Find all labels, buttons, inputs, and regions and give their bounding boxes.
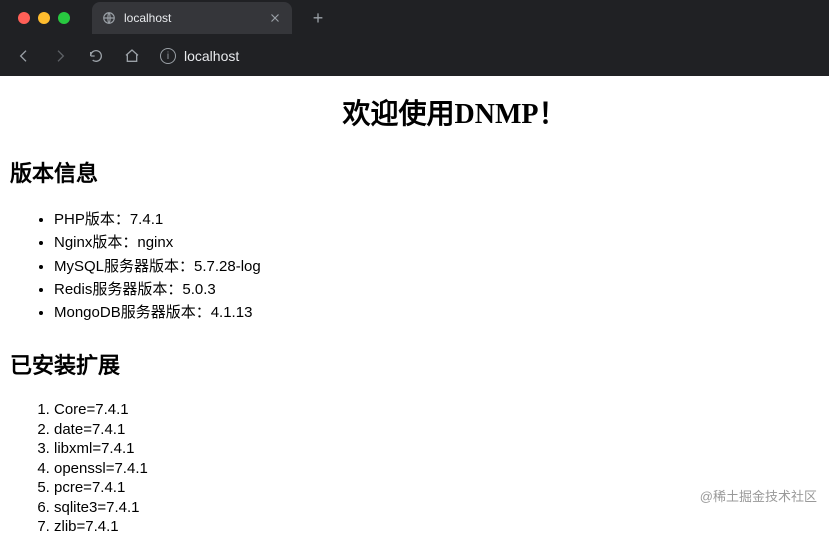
close-icon[interactable] (268, 11, 282, 25)
list-item: date=7.4.1 (54, 420, 819, 440)
list-item: Redis服务器版本：5.0.3 (54, 278, 819, 301)
reload-button[interactable] (82, 42, 110, 70)
forward-button[interactable] (46, 42, 74, 70)
globe-icon (102, 11, 116, 25)
list-item: zlib=7.4.1 (54, 517, 819, 537)
browser-tab[interactable]: localhost (92, 2, 292, 34)
window-controls (10, 12, 78, 24)
home-button[interactable] (118, 42, 146, 70)
list-item: MongoDB服务器版本：4.1.13 (54, 301, 819, 324)
page-title: 欢迎使用DNMP！ (10, 92, 819, 132)
window-close-button[interactable] (18, 12, 30, 24)
url-text: localhost (184, 48, 239, 64)
list-item: openssl=7.4.1 (54, 459, 819, 479)
extensions-list: Core=7.4.1 date=7.4.1 libxml=7.4.1 opens… (10, 400, 819, 537)
back-button[interactable] (10, 42, 38, 70)
list-item: libxml=7.4.1 (54, 439, 819, 459)
toolbar: i localhost (0, 36, 829, 76)
browser-chrome: localhost + i localhost (0, 0, 829, 76)
address-bar[interactable]: i localhost (154, 48, 245, 64)
extensions-heading: 已安装扩展 (10, 348, 819, 380)
versions-heading: 版本信息 (10, 156, 819, 188)
tab-title: localhost (124, 11, 260, 25)
page-content: 欢迎使用DNMP！ 版本信息 PHP版本：7.4.1 Nginx版本：nginx… (0, 76, 829, 547)
list-item: Nginx版本：nginx (54, 231, 819, 254)
list-item: PHP版本：7.4.1 (54, 208, 819, 231)
window-minimize-button[interactable] (38, 12, 50, 24)
window-maximize-button[interactable] (58, 12, 70, 24)
tab-bar: localhost + (0, 0, 829, 36)
site-info-icon[interactable]: i (160, 48, 176, 64)
new-tab-button[interactable]: + (304, 4, 332, 32)
watermark: @稀土掘金技术社区 (700, 486, 817, 505)
list-item: Core=7.4.1 (54, 400, 819, 420)
versions-list: PHP版本：7.4.1 Nginx版本：nginx MySQL服务器版本：5.7… (10, 208, 819, 324)
list-item: MySQL服务器版本：5.7.28-log (54, 255, 819, 278)
